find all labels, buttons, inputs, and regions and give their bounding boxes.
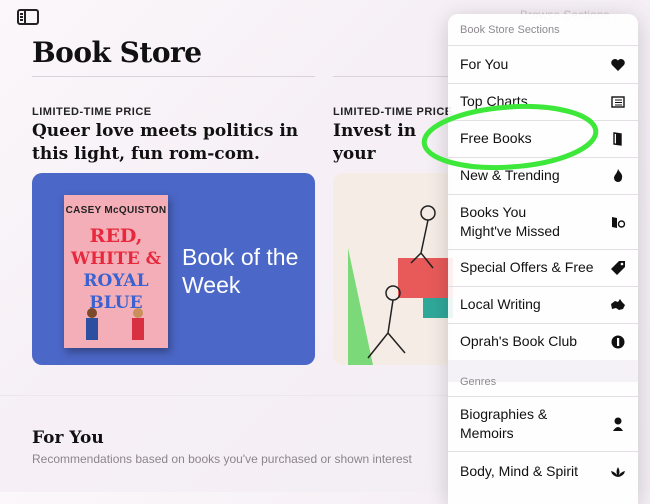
menu-item-label: Free Books [460,130,532,146]
feature-headline[interactable]: Queer love meets politics in this light,… [32,120,307,166]
oprah-icon [611,335,625,349]
feature-card-illustration[interactable] [333,173,453,365]
book-cover-figures [86,308,144,340]
menu-item-label: Top Charts [460,93,528,109]
book-of-the-week-label: Book of the Week [182,243,302,299]
feature-eyebrow: LIMITED-TIME PRICE [32,106,152,118]
card-label: Book of the Week [182,244,299,298]
menu-item-biographies-memoirs[interactable]: Biographies & Memoirs [448,396,638,451]
heart-icon [611,59,625,71]
book-author: CASEY McQUISTON [65,205,167,216]
feature-eyebrow: LIMITED-TIME PRICE [333,106,453,118]
menu-item-body-mind-spirit[interactable]: Body, Mind & Spirit [448,451,638,491]
menu-item-new-trending[interactable]: New & Trending [448,157,638,194]
page-title: Book Store [32,36,202,69]
menu-item-label: Special Offers & Free [460,259,594,275]
menu-item-label: Local Writing [460,296,541,312]
menu-item-oprahs-book-club[interactable]: Oprah's Book Club [448,323,638,360]
list-icon [611,96,625,108]
menu-item-label: Biographies & Memoirs [460,406,548,441]
lotus-icon [611,467,625,477]
australia-icon [611,299,625,310]
section-divider [0,395,448,396]
illustration-art [348,205,453,365]
genres-header: Genres [460,376,497,388]
tag-icon [611,261,625,275]
menu-item-top-charts[interactable]: Top Charts [448,83,638,120]
title-divider [32,76,315,77]
for-you-subtitle: Recommendations based on books you've pu… [32,452,412,466]
person-bust-icon [613,417,623,431]
menu-item-label: Books You Might've Missed [460,204,560,239]
flame-icon [614,169,623,182]
menu-item-label: New & Trending [460,167,560,183]
book-map-icon [612,217,626,228]
feature-headline[interactable]: Invest in your helpful guide [333,120,448,166]
menu-item-label: For You [460,56,509,72]
book-title-line: WHITE & [71,249,161,269]
menu-item-label: Oprah's Book Club [460,333,578,349]
book-cover[interactable]: CASEY McQUISTON RED, WHITE & ROYAL BLUE [64,195,168,348]
book-of-the-week-card[interactable]: CASEY McQUISTON RED, WHITE & ROYAL BLUE … [32,173,315,365]
sidebar-toggle-icon[interactable] [17,9,39,25]
menu-item-books-you-might-have-missed[interactable]: Books You Might've Missed [448,194,638,249]
menu-item-for-you[interactable]: For You [448,45,638,83]
menu-item-special-offers[interactable]: Special Offers & Free [448,249,638,286]
menu-item-local-writing[interactable]: Local Writing [448,286,638,323]
popover-header: Book Store Sections [460,24,560,36]
book-store-sections-popover: Book Store Sections For You Top Charts F… [448,14,638,504]
menu-item-label: Body, Mind & Spirit [460,463,579,479]
title-divider-right [333,76,448,77]
for-you-title: For You [32,428,104,448]
menu-item-free-books[interactable]: Free Books [448,120,638,157]
book-icon [613,132,622,146]
book-title-line: ROYAL [83,271,149,291]
book-title-line: RED, [89,225,143,247]
